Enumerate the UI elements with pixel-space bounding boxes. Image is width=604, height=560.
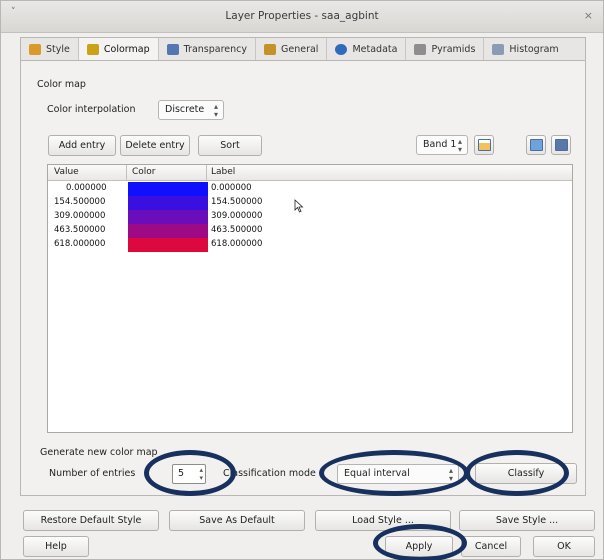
title-bar: ˅ Layer Properties - saa_agbint ×: [1, 1, 603, 33]
colormap-table[interactable]: Value Color Label 0.000000 0.000000 154.…: [47, 164, 573, 433]
tab-transparency[interactable]: Transparency: [159, 38, 256, 61]
export-colormap-button[interactable]: [551, 135, 571, 155]
delete-entry-button[interactable]: Delete entry: [120, 135, 190, 156]
column-header-color[interactable]: Color: [132, 167, 156, 177]
save-as-default-button[interactable]: Save As Default: [169, 510, 305, 531]
tab-pyramids[interactable]: Pyramids: [406, 38, 485, 61]
tab-label: Transparency: [183, 44, 247, 55]
combo-arrows-icon: ▴ ▾: [457, 137, 462, 154]
label-cell[interactable]: 309.000000: [211, 211, 262, 221]
window-title: Layer Properties - saa_agbint: [225, 10, 379, 22]
label-cell[interactable]: 618.000000: [211, 239, 262, 249]
ok-button[interactable]: OK: [533, 536, 595, 557]
load-colormap-from-band-button[interactable]: [474, 135, 494, 155]
mouse-cursor-icon: [294, 199, 304, 213]
general-icon: [264, 44, 276, 55]
column-header-value[interactable]: Value: [54, 167, 79, 177]
value-cell[interactable]: 618.000000: [54, 239, 105, 249]
tab-general[interactable]: General: [256, 38, 328, 61]
table-header: Value Color Label: [48, 165, 572, 181]
restore-default-style-button[interactable]: Restore Default Style: [23, 510, 159, 531]
add-entry-button[interactable]: Add entry: [48, 135, 116, 156]
color-swatch[interactable]: [128, 210, 208, 224]
label-cell[interactable]: 154.500000: [211, 197, 262, 207]
save-style-button[interactable]: Save Style ...: [459, 510, 595, 531]
tab-label: Colormap: [103, 44, 150, 55]
cancel-button[interactable]: Cancel: [461, 536, 521, 557]
tab-label: Histogram: [509, 44, 559, 55]
apply-button[interactable]: Apply: [385, 536, 453, 557]
layer-properties-dialog: ˅ Layer Properties - saa_agbint × Style …: [0, 0, 604, 560]
number-of-entries-value: 5: [178, 468, 185, 479]
histogram-icon: [492, 44, 505, 55]
color-interpolation-label: Color interpolation: [47, 104, 136, 115]
number-of-entries-spinbox[interactable]: 5 ▴ ▾: [172, 464, 206, 484]
color-swatch[interactable]: [128, 182, 208, 196]
colormap-icon: [86, 44, 99, 55]
combo-arrows-icon: ▴ ▾: [213, 102, 218, 119]
color-swatch[interactable]: [128, 196, 208, 210]
help-button[interactable]: Help: [23, 536, 89, 557]
table-icon: [478, 139, 491, 151]
color-map-section-title: Color map: [37, 79, 86, 90]
tab-label: General: [281, 44, 319, 55]
classification-mode-label: Classification mode: [223, 468, 316, 479]
load-style-button[interactable]: Load Style ...: [315, 510, 451, 531]
tab-colormap[interactable]: Colormap: [78, 38, 159, 61]
style-icon: [29, 44, 41, 55]
color-swatch[interactable]: [128, 224, 208, 238]
table-row[interactable]: 0.000000 0.000000: [48, 182, 572, 196]
spin-arrows-icon[interactable]: ▴ ▾: [199, 466, 203, 482]
classification-mode-select[interactable]: Equal interval ▴ ▾: [337, 464, 459, 484]
table-row[interactable]: 309.000000 309.000000: [48, 210, 572, 224]
band-value: Band 1: [423, 139, 457, 150]
table-row[interactable]: 463.500000 463.500000: [48, 224, 572, 238]
number-of-entries-label: Number of entries: [49, 468, 136, 479]
tab-label: Style: [46, 44, 70, 55]
tab-label: Metadata: [352, 44, 398, 55]
open-folder-icon: [530, 139, 543, 151]
color-interpolation-select[interactable]: Discrete ▴ ▾: [158, 100, 224, 120]
pyramids-icon: [414, 44, 427, 55]
save-icon: [555, 139, 568, 151]
table-row[interactable]: 154.500000 154.500000: [48, 196, 572, 210]
classify-button[interactable]: Classify: [475, 463, 577, 484]
value-cell[interactable]: 0.000000: [66, 183, 107, 193]
combo-arrows-icon: ▴ ▾: [448, 466, 453, 483]
band-select[interactable]: Band 1 ▴ ▾: [416, 135, 468, 155]
tab-metadata[interactable]: Metadata: [327, 38, 407, 61]
tab-histogram[interactable]: Histogram: [484, 38, 566, 61]
tab-bar: Style Colormap Transparency General Meta…: [20, 37, 586, 61]
value-cell[interactable]: 463.500000: [54, 225, 105, 235]
label-cell[interactable]: 463.500000: [211, 225, 262, 235]
value-cell[interactable]: 154.500000: [54, 197, 105, 207]
transparency-icon: [166, 44, 179, 55]
column-divider: [126, 165, 127, 181]
column-divider: [206, 165, 207, 181]
value-cell[interactable]: 309.000000: [54, 211, 105, 221]
close-icon[interactable]: ×: [584, 9, 593, 22]
sort-button[interactable]: Sort: [198, 135, 262, 156]
label-cell[interactable]: 0.000000: [211, 183, 252, 193]
metadata-icon: [335, 44, 348, 55]
classification-mode-value: Equal interval: [344, 468, 410, 479]
tab-style[interactable]: Style: [21, 38, 79, 61]
generate-section-title: Generate new color map: [40, 447, 158, 458]
tab-label: Pyramids: [431, 44, 476, 55]
table-row[interactable]: 618.000000 618.000000: [48, 238, 572, 252]
color-interpolation-value: Discrete: [165, 104, 205, 115]
column-header-label[interactable]: Label: [211, 167, 235, 177]
load-colormap-file-button[interactable]: [526, 135, 546, 155]
color-swatch[interactable]: [128, 238, 208, 252]
